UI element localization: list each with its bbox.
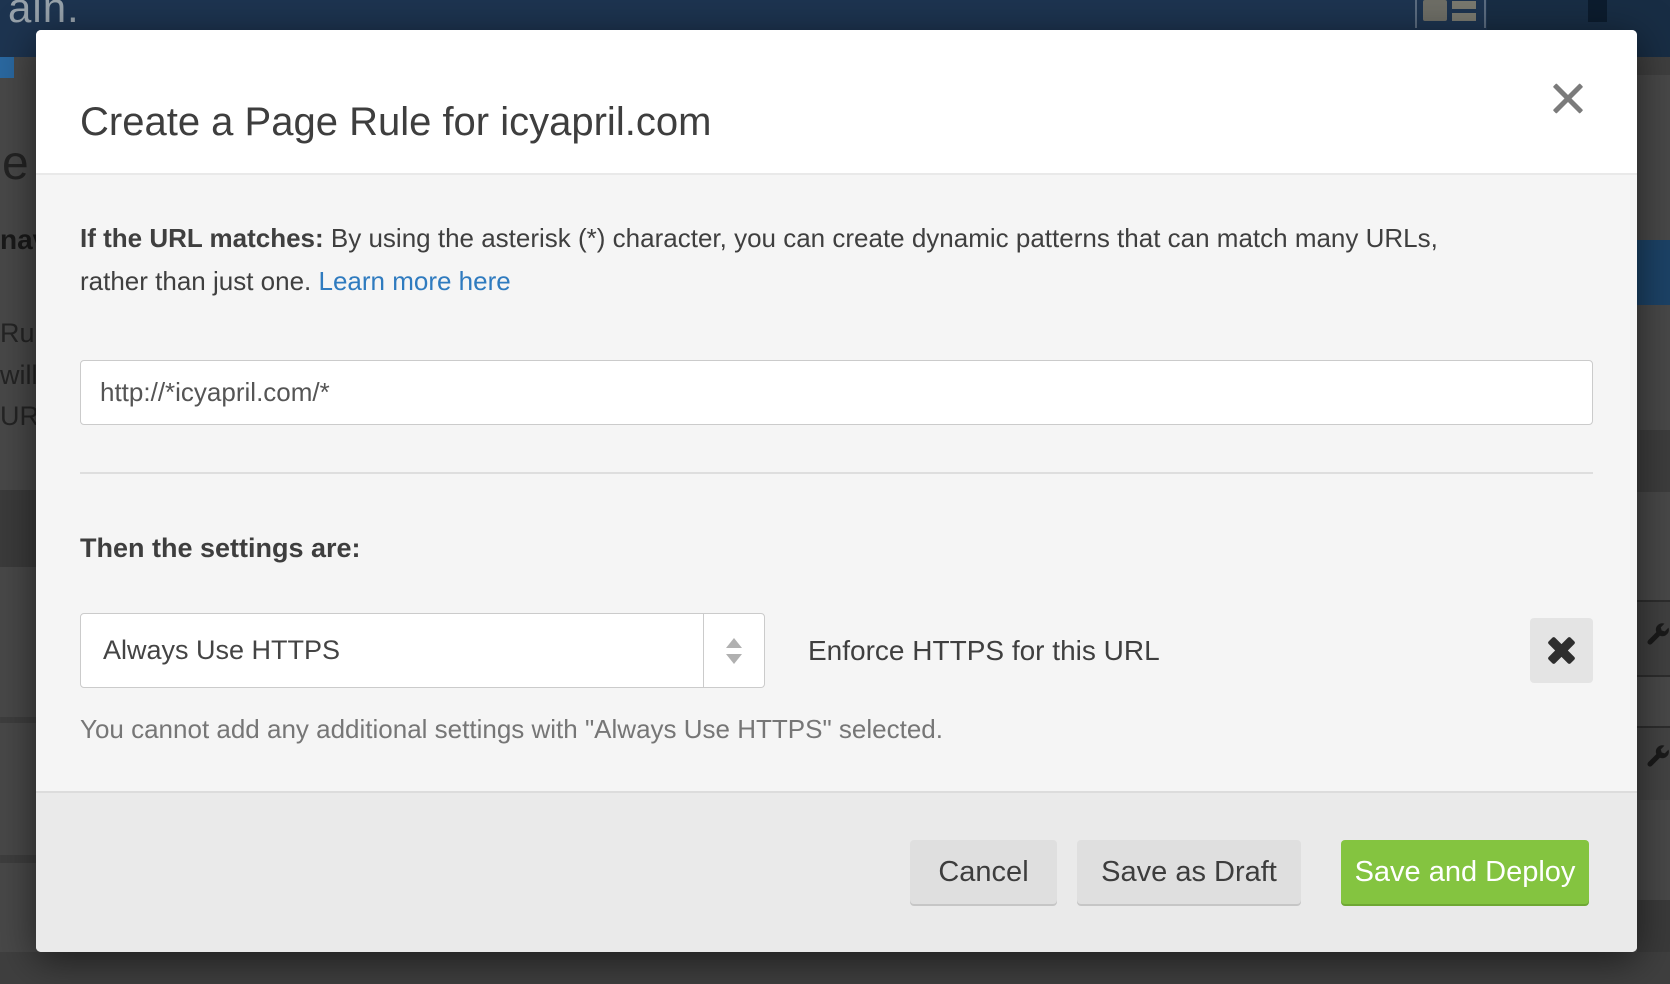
background-text-fragment: Ru — [0, 318, 35, 349]
url-match-label: If the URL matches: — [80, 223, 324, 253]
navbar-separator — [1484, 0, 1486, 28]
setting-helper-text: You cannot add any additional settings w… — [80, 714, 1593, 745]
background-text-fragment: UR — [0, 401, 39, 432]
settings-heading: Then the settings are: — [80, 530, 1593, 566]
setting-description: Enforce HTTPS for this URL — [808, 635, 1160, 667]
chevron-down-icon — [726, 654, 742, 664]
navbar-separator — [1415, 0, 1417, 28]
background-row-separator — [0, 717, 36, 723]
create-page-rule-modal: Create a Page Rule for icyapril.com If t… — [36, 30, 1637, 952]
modal-body: If the URL matches: By using the asteris… — [36, 173, 1637, 791]
grid-view-icon — [1423, 0, 1447, 21]
learn-more-link[interactable]: Learn more here — [318, 266, 510, 296]
url-match-section: If the URL matches: By using the asteris… — [36, 175, 1637, 474]
settings-section: Then the settings are: Always Use HTTPS … — [36, 530, 1637, 745]
navbar-dark-slot — [1588, 0, 1607, 22]
url-match-description: If the URL matches: By using the asteris… — [80, 217, 1470, 303]
modal-header: Create a Page Rule for icyapril.com — [36, 30, 1637, 173]
url-pattern-input[interactable] — [80, 360, 1593, 425]
modal-footer: Cancel Save as Draft Save and Deploy — [36, 791, 1637, 952]
setting-select-value: Always Use HTTPS — [81, 614, 703, 687]
save-as-draft-button[interactable]: Save as Draft — [1077, 840, 1301, 904]
modal-title: Create a Page Rule for icyapril.com — [80, 100, 711, 145]
background-blue-button-fragment — [1637, 240, 1670, 305]
background-wrench-row — [1637, 600, 1670, 677]
chevron-updown-icon — [703, 614, 764, 687]
wrench-icon — [1644, 622, 1670, 648]
background-text-fragment: e — [2, 136, 29, 191]
background-text-fragment: will — [0, 360, 38, 391]
save-and-deploy-button[interactable]: Save and Deploy — [1341, 840, 1589, 904]
background-table-band — [0, 490, 36, 567]
background-bottom-strip — [0, 952, 1670, 984]
list-view-icon — [1452, 1, 1476, 22]
cancel-button[interactable]: Cancel — [910, 840, 1057, 904]
background-right-band — [1637, 430, 1670, 492]
setting-row: Always Use HTTPS Enforce HTTPS for this … — [80, 613, 1593, 688]
background-right-band — [1637, 900, 1670, 952]
remove-setting-button[interactable] — [1530, 618, 1593, 683]
close-button[interactable] — [1546, 77, 1590, 121]
section-divider — [80, 472, 1593, 474]
chevron-up-icon — [726, 638, 742, 648]
background-right-band — [1637, 57, 1670, 75]
wrench-icon — [1644, 744, 1670, 770]
setting-select[interactable]: Always Use HTTPS — [80, 613, 765, 688]
background-blue-fragment — [0, 57, 14, 78]
background-wrench-row — [1637, 726, 1670, 800]
background-row-separator — [0, 855, 36, 863]
background-navbar-text: ain. — [8, 0, 80, 32]
